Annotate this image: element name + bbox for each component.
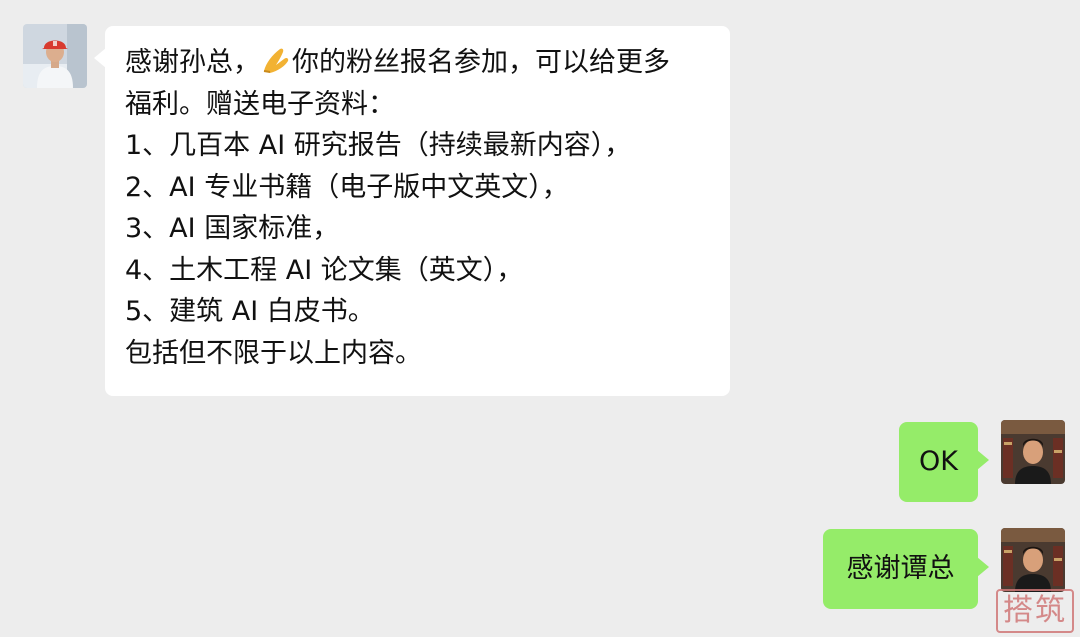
message-line: 5、建筑 AI 白皮书。 — [125, 296, 375, 327]
message-line: 4、土木工程 AI 论文集（英文）， — [125, 254, 524, 286]
person-avatar-icon — [1001, 420, 1065, 484]
message-text: 感谢孙总， — [125, 47, 260, 78]
message-text: 感谢谭总 — [846, 553, 955, 584]
person-helmet-icon — [23, 24, 87, 88]
self-avatar[interactable] — [1001, 420, 1065, 484]
folded-hands-emoji-icon — [263, 48, 289, 73]
message-line: 2、AI 专业书籍（电子版中文英文）， — [125, 171, 569, 203]
message-line: 感谢孙总， 你的粉丝报名参加，可以给更多 — [125, 42, 730, 84]
message-line: 包括但不限于以上内容。 — [125, 337, 422, 369]
self-avatar[interactable] — [1001, 528, 1065, 592]
message-text: OK — [919, 446, 958, 477]
outgoing-message-bubble[interactable]: OK — [899, 422, 989, 502]
incoming-message-bubble[interactable]: 感谢孙总， 你的粉丝报名参加，可以给更多 福利。赠送电子资料： 1、几百本 AI … — [94, 26, 730, 396]
message-line: 1、几百本 AI 研究报告（持续最新内容）， — [125, 130, 632, 161]
outgoing-message-bubble[interactable]: 感谢谭总 — [823, 529, 989, 609]
message-line: 福利。赠送电子资料： — [125, 88, 395, 120]
watermark-stamp: 搭筑 — [996, 589, 1074, 633]
message-text: 你的粉丝报名参加，可以给更多 — [292, 47, 670, 78]
message-line: 3、AI 国家标准， — [125, 213, 340, 244]
contact-avatar[interactable] — [23, 24, 87, 88]
person-avatar-icon — [1001, 528, 1065, 592]
